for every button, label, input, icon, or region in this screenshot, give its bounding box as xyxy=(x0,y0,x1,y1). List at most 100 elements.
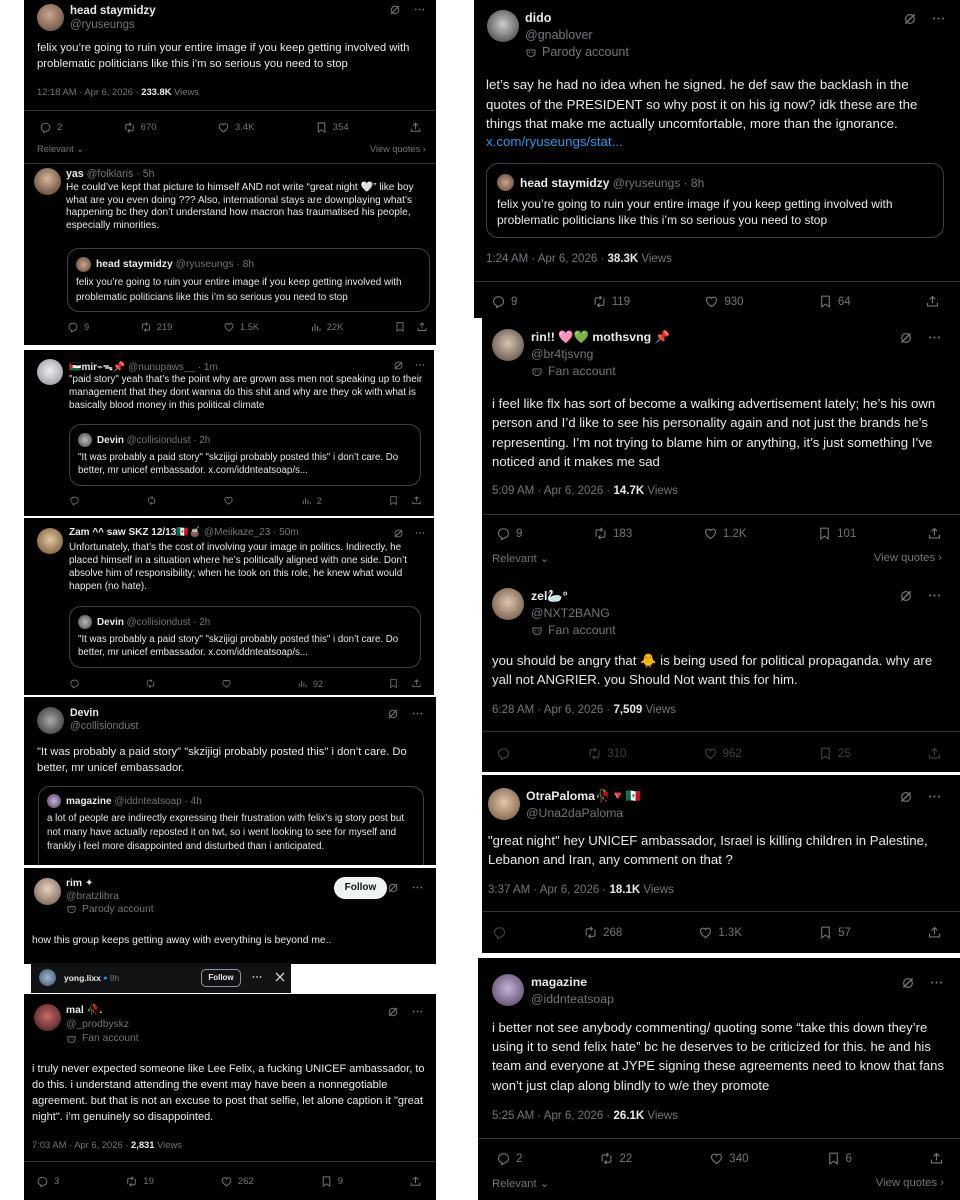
close-icon[interactable] xyxy=(273,970,287,984)
share-button[interactable] xyxy=(411,495,422,506)
sort-relevant-button[interactable]: Relevant ⌄ xyxy=(492,552,549,565)
share-button[interactable] xyxy=(927,925,942,940)
reply-button[interactable] xyxy=(69,678,80,689)
grok-icon[interactable] xyxy=(387,1006,399,1018)
bookmark-button[interactable]: 9 xyxy=(320,1175,343,1188)
author-handle[interactable]: @folklaris · 5h xyxy=(87,168,155,180)
grok-icon[interactable] xyxy=(393,528,404,539)
avatar[interactable] xyxy=(37,707,64,734)
like-button[interactable] xyxy=(223,495,234,506)
author-handle[interactable]: @_prodbyskz xyxy=(66,1018,139,1032)
like-button[interactable]: 1.5K xyxy=(223,321,259,333)
grok-icon[interactable] xyxy=(387,882,399,894)
like-button[interactable] xyxy=(221,678,232,689)
author-handle[interactable]: @Una2daPaloma xyxy=(526,805,641,822)
more-icon[interactable] xyxy=(413,3,426,16)
share-button[interactable] xyxy=(411,678,422,689)
share-button[interactable] xyxy=(416,321,428,333)
avatar[interactable] xyxy=(492,974,524,1006)
grok-icon[interactable] xyxy=(899,790,913,804)
views-button[interactable]: 22K xyxy=(310,321,343,333)
repost-button[interactable] xyxy=(146,495,157,506)
view-quotes-link[interactable]: View quotes › xyxy=(874,552,942,565)
avatar[interactable] xyxy=(487,10,519,42)
grok-icon[interactable] xyxy=(387,708,399,720)
author-handle[interactable]: @ryuseungs xyxy=(70,18,156,32)
more-icon[interactable] xyxy=(411,1005,424,1018)
repost-button[interactable]: 22 xyxy=(599,1151,632,1166)
more-icon[interactable] xyxy=(411,707,424,720)
author-handle[interactable]: @iddnteatsoap xyxy=(531,991,614,1008)
story-follow-button[interactable]: Follow xyxy=(201,969,241,987)
more-icon[interactable] xyxy=(251,971,263,983)
grok-icon[interactable] xyxy=(899,331,913,345)
author-name[interactable]: Zam ^^ saw SKZ 12/13🇲🇽🧉 xyxy=(69,527,201,538)
author-handle[interactable]: @collisiondust xyxy=(70,720,138,733)
avatar[interactable] xyxy=(488,788,520,820)
repost-button[interactable]: 119 xyxy=(592,294,630,309)
grok-icon[interactable] xyxy=(901,976,915,990)
reply-button[interactable] xyxy=(69,495,80,506)
share-button[interactable] xyxy=(409,121,422,134)
author-name[interactable]: head staymidzy xyxy=(70,4,156,18)
avatar[interactable] xyxy=(34,1004,61,1031)
reply-button[interactable]: 3 xyxy=(36,1175,59,1188)
reply-button[interactable] xyxy=(492,925,507,940)
quoted-tweet[interactable]: head staymidzy @ryuseungs · 8h felix you… xyxy=(486,163,944,238)
bookmark-button[interactable] xyxy=(388,678,399,689)
share-button[interactable] xyxy=(929,1151,944,1166)
more-icon[interactable] xyxy=(927,330,942,345)
more-icon[interactable] xyxy=(929,975,944,990)
follow-button[interactable]: Follow xyxy=(334,877,387,899)
quoted-tweet[interactable]: Devin @collisiondust · 2h "It was probab… xyxy=(69,606,421,668)
author-name[interactable]: rim ✦ xyxy=(66,877,154,890)
sort-relevant-button[interactable]: Relevant ⌄ xyxy=(37,144,84,155)
story-username[interactable]: yong.lixx xyxy=(64,973,101,983)
share-button[interactable] xyxy=(409,1175,422,1188)
more-icon[interactable] xyxy=(411,881,424,894)
views-button[interactable]: 92 xyxy=(297,678,323,689)
avatar[interactable] xyxy=(39,969,56,986)
repost-button[interactable]: 219 xyxy=(140,321,172,333)
share-button[interactable] xyxy=(925,294,940,309)
avatar[interactable] xyxy=(37,359,63,385)
author-handle[interactable]: @nunupaws__ · 1m xyxy=(128,362,218,373)
avatar[interactable] xyxy=(492,329,524,361)
repost-button[interactable]: 268 xyxy=(583,925,622,940)
like-button[interactable]: 962 xyxy=(703,746,742,761)
bookmark-button[interactable] xyxy=(394,321,406,333)
repost-button[interactable]: 19 xyxy=(125,1175,154,1188)
author-handle[interactable]: @Meiikaze_23 · 50m xyxy=(204,527,299,538)
more-icon[interactable] xyxy=(927,789,942,804)
reply-button[interactable]: 9 xyxy=(496,526,522,541)
author-name[interactable]: OtraPaloma🥀🔻🇲🇽 xyxy=(526,788,641,805)
bookmark-button[interactable]: 6 xyxy=(826,1151,852,1166)
bookmark-button[interactable]: 64 xyxy=(818,294,851,309)
reply-button[interactable]: 2 xyxy=(496,1151,522,1166)
view-quotes-link[interactable]: View quotes › xyxy=(370,144,426,155)
tweet-link[interactable]: x.com/ryuseungs/stat... xyxy=(486,134,623,149)
grok-icon[interactable] xyxy=(393,360,404,371)
like-button[interactable]: 1.3K xyxy=(698,925,742,940)
author-name[interactable]: 🇵🇸mir⌁ᯓ📌 xyxy=(69,362,125,373)
bookmark-button[interactable]: 57 xyxy=(818,925,851,940)
repost-button[interactable]: 310 xyxy=(587,746,626,761)
repost-button[interactable]: 670 xyxy=(123,121,157,134)
author-name[interactable]: zel🦢° xyxy=(531,588,616,605)
reply-button[interactable]: 9 xyxy=(491,294,517,309)
grok-icon[interactable] xyxy=(899,589,913,603)
author-handle[interactable]: @gnablover xyxy=(525,27,629,44)
like-button[interactable]: 3.4K xyxy=(217,121,254,134)
author-name[interactable]: yas xyxy=(66,168,84,180)
bookmark-button[interactable]: 101 xyxy=(817,526,856,541)
avatar[interactable] xyxy=(34,168,61,195)
author-handle[interactable]: @NXT2BANG xyxy=(531,605,616,622)
author-handle[interactable]: @br4tjsvng xyxy=(531,346,670,363)
reply-button[interactable]: 9 xyxy=(67,321,89,333)
grok-icon[interactable] xyxy=(389,4,401,16)
more-icon[interactable] xyxy=(931,11,946,26)
more-icon[interactable] xyxy=(414,359,426,371)
quoted-tweet[interactable]: head staymidzy @ryuseungs · 8h felix you… xyxy=(67,248,430,312)
view-quotes-link[interactable]: View quotes › xyxy=(876,1177,944,1190)
author-name[interactable]: magazine xyxy=(531,974,614,991)
